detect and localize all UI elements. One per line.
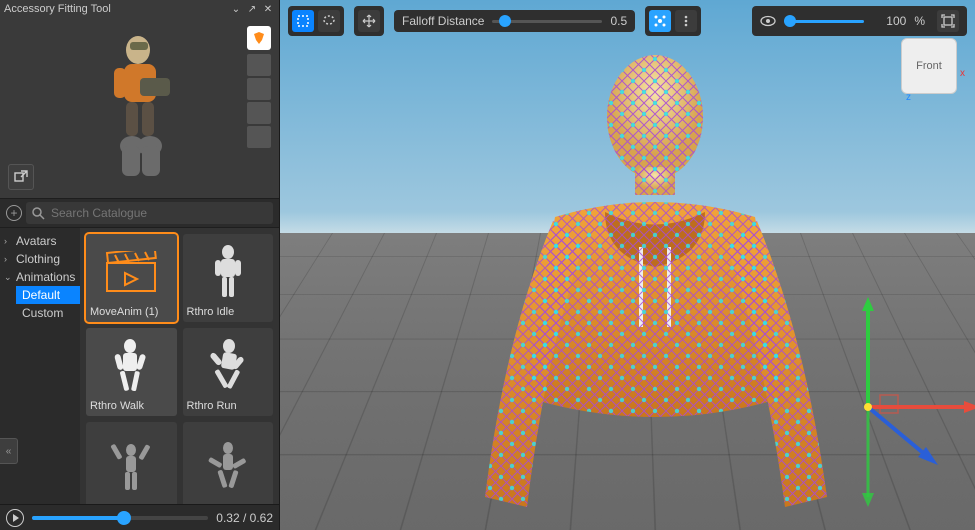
timeline: 0.32 / 0.62 <box>0 504 279 530</box>
thumb-label: Rthro Run <box>187 400 270 412</box>
tree-avatars[interactable]: ›Avatars <box>0 232 80 250</box>
chevron-down-icon: ⌄ <box>4 272 14 283</box>
axis-z-label: z <box>906 92 911 103</box>
panel-header-controls: ⌄ ↗ ✕ <box>229 2 275 16</box>
view-cube[interactable]: Front <box>901 38 957 94</box>
thumb-label: Rthro Walk <box>90 400 173 412</box>
selection-tools <box>288 6 344 36</box>
viewport[interactable]: Falloff Distance 0.5 100 % Front x z <box>280 0 975 530</box>
falloff-value: 0.5 <box>610 14 627 28</box>
more-options-button[interactable] <box>675 10 697 32</box>
cage-toggle-button[interactable] <box>649 10 671 32</box>
search-box[interactable] <box>26 202 273 224</box>
preview-area <box>0 18 279 198</box>
figure-cheer-icon <box>90 426 173 504</box>
figure-run-icon <box>187 332 270 400</box>
add-button[interactable]: + <box>6 205 22 221</box>
select-rect-button[interactable] <box>292 10 314 32</box>
move-tool-button[interactable] <box>358 10 380 32</box>
falloff-slider[interactable] <box>492 20 602 23</box>
transform-gizmo[interactable] <box>808 297 975 517</box>
tool-slot[interactable] <box>247 54 271 76</box>
undock-icon[interactable]: ↗ <box>245 2 259 16</box>
mannequin-preview <box>80 28 200 188</box>
time-slider-knob[interactable] <box>117 511 131 525</box>
panel-title: Accessory Fitting Tool <box>4 3 111 15</box>
thumb-rthro-walk[interactable]: Rthro Walk <box>86 328 177 416</box>
search-row: + <box>0 198 279 228</box>
search-icon <box>32 207 45 220</box>
time-slider[interactable] <box>32 516 208 520</box>
search-input[interactable] <box>51 206 267 220</box>
time-slider-fill <box>32 516 124 520</box>
view-cube-face: Front <box>916 60 942 72</box>
thumb-extra-1[interactable] <box>86 422 177 504</box>
collapse-tree-button[interactable]: « <box>0 438 18 464</box>
close-icon[interactable]: ✕ <box>261 2 275 16</box>
falloff-slider-knob[interactable] <box>499 15 511 27</box>
tree-default[interactable]: Default <box>16 286 80 304</box>
thumb-label: MoveAnim (1) <box>90 306 173 318</box>
tree-label: Avatars <box>16 234 56 248</box>
thumbnail-grid: MoveAnim (1) Rthro Idle Rthro Walk Rthro… <box>80 228 279 504</box>
select-lasso-button[interactable] <box>318 10 340 32</box>
thumb-extra-2[interactable] <box>183 422 274 504</box>
thumb-label: Rthro Idle <box>187 306 270 318</box>
browser-body: ›Avatars ›Clothing ⌄Animations Default C… <box>0 228 279 504</box>
accessory-fitting-panel: Accessory Fitting Tool ⌄ ↗ ✕ <box>0 0 280 530</box>
tool-slot[interactable] <box>247 126 271 148</box>
thumb-rthro-run[interactable]: Rthro Run <box>183 328 274 416</box>
cage-tools <box>645 6 701 36</box>
tool-slot[interactable] <box>247 102 271 124</box>
thumb-rthro-idle[interactable]: Rthro Idle <box>183 234 274 322</box>
figure-walk-icon <box>90 332 173 400</box>
eye-icon <box>760 15 776 27</box>
zoom-value: 100 <box>872 14 906 28</box>
accessory-tool-button[interactable] <box>247 26 271 50</box>
fit-view-button[interactable] <box>937 10 959 32</box>
figure-pose-icon <box>187 426 270 504</box>
tool-slot[interactable] <box>247 78 271 100</box>
popout-button[interactable] <box>8 164 34 190</box>
tree-clothing[interactable]: ›Clothing <box>0 250 80 268</box>
transform-tools <box>354 6 384 36</box>
clapperboard-icon <box>90 238 173 306</box>
play-button[interactable] <box>6 509 24 527</box>
tree-custom[interactable]: Custom <box>16 304 80 322</box>
tree-label: Animations <box>16 270 75 284</box>
thumb-moveanim[interactable]: MoveAnim (1) <box>86 234 177 322</box>
chevron-right-icon: › <box>4 236 14 246</box>
zoom-unit: % <box>914 14 925 28</box>
falloff-control: Falloff Distance 0.5 <box>394 10 635 32</box>
expand-icon[interactable]: ⌄ <box>229 2 243 16</box>
tree-animations[interactable]: ⌄Animations <box>0 268 80 286</box>
chevron-right-icon: › <box>4 254 14 264</box>
figure-idle-icon <box>187 238 270 306</box>
viewport-toolbar: Falloff Distance 0.5 100 % <box>288 6 967 36</box>
tree-animations-children: Default Custom <box>0 286 80 322</box>
panel-header: Accessory Fitting Tool ⌄ ↗ ✕ <box>0 0 279 18</box>
tool-stack <box>247 54 271 148</box>
falloff-label: Falloff Distance <box>402 14 484 28</box>
zoom-control: 100 % <box>752 6 967 36</box>
zoom-slider-knob[interactable] <box>784 15 796 27</box>
tree-label: Clothing <box>16 252 60 266</box>
zoom-slider[interactable] <box>784 20 864 23</box>
axis-x-label: x <box>960 68 965 79</box>
time-readout: 0.32 / 0.62 <box>216 511 273 525</box>
